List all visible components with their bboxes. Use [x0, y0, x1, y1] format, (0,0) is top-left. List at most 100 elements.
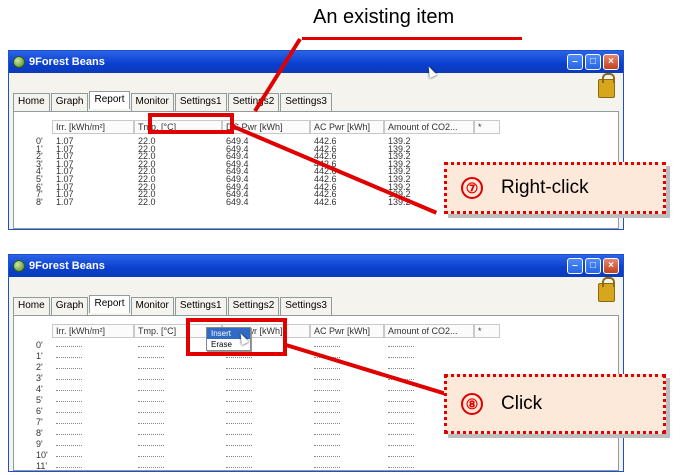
minimize-icon[interactable]: –	[567, 258, 583, 274]
empty-cell[interactable]	[138, 445, 164, 446]
tab-settings1[interactable]: Settings1	[174, 297, 227, 315]
empty-cell[interactable]	[314, 412, 340, 413]
empty-cell[interactable]	[388, 423, 414, 424]
empty-cell[interactable]	[138, 467, 164, 468]
maximize-icon[interactable]: □	[585, 54, 601, 70]
row-label: 8'	[36, 428, 43, 438]
empty-cell[interactable]	[138, 357, 164, 358]
empty-cell[interactable]	[56, 357, 82, 358]
empty-cell[interactable]	[56, 390, 82, 391]
highlight-column-header	[148, 113, 234, 134]
empty-cell[interactable]	[226, 412, 252, 413]
tab-graph[interactable]: Graph	[50, 297, 89, 315]
empty-cell[interactable]	[314, 390, 340, 391]
empty-cell[interactable]	[314, 368, 340, 369]
empty-cell[interactable]	[314, 434, 340, 435]
table-cell[interactable]: 442.6	[314, 197, 337, 207]
empty-cell[interactable]	[388, 434, 414, 435]
empty-cell[interactable]	[56, 434, 82, 435]
close-icon[interactable]: ×	[603, 258, 619, 274]
close-icon[interactable]: ×	[603, 54, 619, 70]
table-cell[interactable]: 1.07	[56, 197, 74, 207]
empty-cell[interactable]	[56, 379, 82, 380]
empty-cell[interactable]	[314, 379, 340, 380]
tab-report[interactable]: Report	[89, 91, 130, 109]
empty-cell[interactable]	[314, 445, 340, 446]
column-header[interactable]: *	[474, 324, 500, 338]
empty-cell[interactable]	[388, 357, 414, 358]
column-header[interactable]: Amount of CO2...	[384, 324, 474, 338]
empty-cell[interactable]	[138, 456, 164, 457]
empty-cell[interactable]	[388, 412, 414, 413]
empty-cell[interactable]	[314, 467, 340, 468]
empty-cell[interactable]	[388, 445, 414, 446]
empty-cell[interactable]	[56, 401, 82, 402]
empty-cell[interactable]	[56, 467, 82, 468]
empty-cell[interactable]	[138, 401, 164, 402]
empty-cell[interactable]	[226, 456, 252, 457]
empty-cell[interactable]	[56, 456, 82, 457]
empty-cell[interactable]	[388, 346, 414, 347]
tab-settings3[interactable]: Settings3	[280, 93, 332, 111]
row-label: 11'	[36, 461, 48, 471]
lock-icon[interactable]	[598, 277, 615, 302]
table-cell[interactable]: 22.0	[138, 197, 156, 207]
empty-cell[interactable]	[138, 412, 164, 413]
row-label: 2'	[36, 362, 43, 372]
column-header[interactable]: AC Pwr [kWh]	[310, 120, 384, 134]
empty-cell[interactable]	[226, 368, 252, 369]
column-header[interactable]: *	[474, 120, 500, 134]
empty-cell[interactable]	[314, 456, 340, 457]
column-header[interactable]: AC Pwr [kWh]	[310, 324, 384, 338]
empty-cell[interactable]	[226, 467, 252, 468]
empty-cell[interactable]	[138, 379, 164, 380]
tab-report[interactable]: Report	[89, 295, 130, 313]
minimize-icon[interactable]: –	[567, 54, 583, 70]
tab-monitor[interactable]: Monitor	[130, 93, 174, 111]
tab-settings3[interactable]: Settings3	[280, 297, 332, 315]
tab-settings2[interactable]: Settings2	[227, 297, 280, 315]
empty-cell[interactable]	[226, 401, 252, 402]
empty-cell[interactable]	[226, 445, 252, 446]
row-label: 8'	[36, 196, 43, 207]
tab-settings1[interactable]: Settings1	[174, 93, 227, 111]
step-label: Right-click	[501, 177, 589, 198]
empty-cell[interactable]	[226, 434, 252, 435]
column-header[interactable]: Irr. [kWh/m²]	[52, 324, 134, 338]
tab-graph[interactable]: Graph	[50, 93, 89, 111]
empty-cell[interactable]	[314, 423, 340, 424]
lock-icon[interactable]	[598, 73, 615, 98]
window-title: 9Forest Beans	[29, 260, 105, 272]
column-header[interactable]: Irr. [kWh/m²]	[52, 120, 134, 134]
empty-cell[interactable]	[56, 346, 82, 347]
empty-cell[interactable]	[388, 401, 414, 402]
empty-cell[interactable]	[226, 379, 252, 380]
empty-cell[interactable]	[226, 357, 252, 358]
empty-cell[interactable]	[138, 346, 164, 347]
empty-cell[interactable]	[56, 423, 82, 424]
row-label: 4'	[36, 384, 43, 394]
empty-cell[interactable]	[388, 456, 414, 457]
empty-cell[interactable]	[388, 467, 414, 468]
empty-cell[interactable]	[226, 390, 252, 391]
empty-cell[interactable]	[226, 423, 252, 424]
column-header[interactable]: Amount of CO2...	[384, 120, 474, 134]
tab-home[interactable]: Home	[13, 297, 50, 315]
empty-cell[interactable]	[314, 401, 340, 402]
tab-monitor[interactable]: Monitor	[130, 297, 174, 315]
empty-cell[interactable]	[388, 390, 414, 391]
empty-cell[interactable]	[138, 390, 164, 391]
empty-cell[interactable]	[56, 445, 82, 446]
app-window-bottom: 9Forest Beans – □ × Home Graph Report Mo…	[8, 254, 624, 472]
empty-cell[interactable]	[314, 346, 340, 347]
table-cell[interactable]: 649.4	[226, 197, 249, 207]
empty-cell[interactable]	[138, 368, 164, 369]
maximize-icon[interactable]: □	[585, 258, 601, 274]
empty-cell[interactable]	[138, 423, 164, 424]
row-label: 6'	[36, 406, 43, 416]
empty-cell[interactable]	[56, 412, 82, 413]
empty-cell[interactable]	[138, 434, 164, 435]
empty-cell[interactable]	[388, 368, 414, 369]
empty-cell[interactable]	[56, 368, 82, 369]
tab-home[interactable]: Home	[13, 93, 50, 111]
